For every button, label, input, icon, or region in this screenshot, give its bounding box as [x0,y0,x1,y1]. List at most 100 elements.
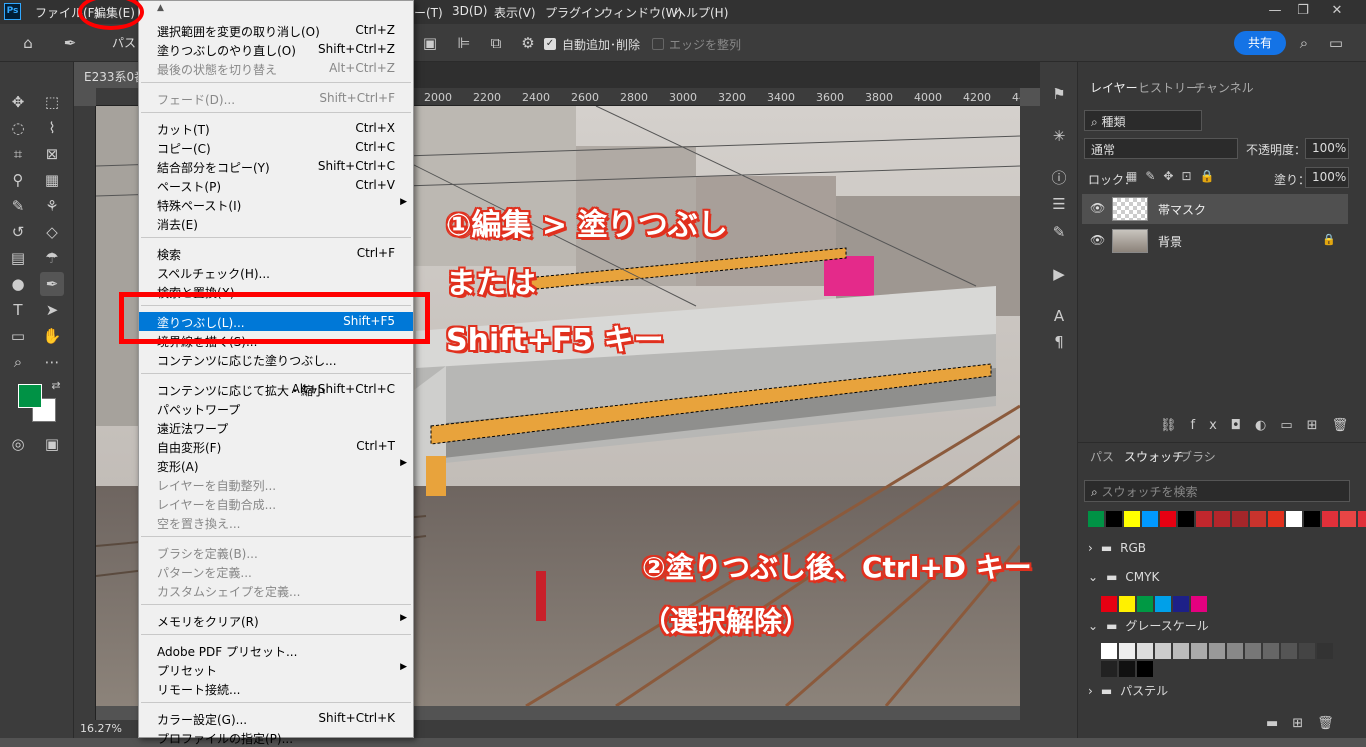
edit-menu-item[interactable]: カット(T) Ctrl+X [139,119,413,138]
swatch-search-input[interactable]: ⌕ スウォッチを検索 [1084,480,1350,502]
path-alignment-icon[interactable]: ⊫ [452,31,476,55]
color-swatch[interactable] [1191,643,1207,659]
menu-3d[interactable]: 3D(D) [452,4,487,18]
rectangle-tool-icon[interactable]: ▭ [6,324,30,348]
color-swatch[interactable] [1250,511,1266,527]
menu-type[interactable]: ー(T) [414,4,443,21]
color-swatch[interactable] [1268,511,1284,527]
healing-brush-tool-icon[interactable]: ▦ [40,168,64,192]
color-swatch[interactable] [1173,596,1189,612]
edit-menu-item[interactable]: パペットワープ [139,399,413,418]
zoom-level[interactable]: 16.27% [80,722,122,735]
color-swatch[interactable] [1119,661,1135,677]
color-swatch[interactable] [1209,643,1225,659]
quick-mask-icon[interactable]: ◎ [6,432,30,456]
edit-menu-item[interactable]: コンテンツに応じた塗りつぶし... [139,350,413,369]
lock-icons[interactable]: ▦✎✥⊡🔒 [1126,169,1222,183]
hand-tool-icon[interactable]: ✋ [40,324,64,348]
path-mode-select[interactable]: パス [112,34,136,51]
history-brush-tool-icon[interactable]: ↺ [6,220,30,244]
edit-menu-item[interactable]: 消去(E) [139,214,413,233]
home-icon[interactable]: ⌂ [16,31,40,55]
color-swatch[interactable] [1101,661,1117,677]
color-swatch[interactable] [1173,643,1189,659]
edit-menu-item[interactable]: スペルチェック(H)... [139,263,413,282]
quick-select-tool-icon[interactable]: ⌇ [40,116,64,140]
pen-tool-icon[interactable]: ✒ [40,272,64,296]
layer-row-background[interactable]: 👁 背景 🔒 [1082,226,1348,256]
path-select-tool-icon[interactable]: ➤ [40,298,64,322]
share-button[interactable]: 共有 [1234,31,1286,55]
color-swatch[interactable] [1155,643,1171,659]
actions-play-icon[interactable]: ▶ [1047,262,1071,286]
tab-paths[interactable]: パス [1090,448,1114,465]
tab-channels[interactable]: チャンネル [1194,79,1254,96]
eye-icon[interactable]: 👁 [1090,201,1105,215]
pen-tool-preset-icon[interactable]: ✒ [58,31,82,55]
edit-menu-item[interactable]: 特殊ペースト(I) ▶ [139,195,413,214]
color-swatch[interactable] [1101,643,1117,659]
color-swatch[interactable] [1160,511,1176,527]
color-swatch[interactable] [1106,511,1122,527]
menu-help[interactable]: ヘルプ(H) [674,4,728,21]
color-swatch[interactable] [1245,643,1261,659]
opacity-field[interactable]: 100% [1305,138,1349,159]
edit-menu-item[interactable]: Adobe PDF プリセット... [139,641,413,660]
edit-menu-item[interactable]: 検索 Ctrl+F [139,244,413,263]
swatch-group-cmyk[interactable]: ⌄ ▬ CMYK [1082,570,1348,592]
navigator-icon[interactable]: ✳ [1047,124,1071,148]
paragraph-icon[interactable]: ¶ [1047,330,1071,354]
tab-brushes[interactable]: ブラシ [1180,448,1216,465]
layer-filter-select[interactable]: ⌕ 種類 [1084,110,1202,131]
swatch-footer-icons[interactable]: ▬⊞🗑 [1266,716,1348,731]
fill-field[interactable]: 100% [1305,167,1349,188]
color-swatch[interactable] [1232,511,1248,527]
marquee-tool-icon[interactable]: ⬚ [40,90,64,114]
zoom-tool-icon[interactable]: ⌕ [6,350,30,374]
path-arrangement-icon[interactable]: ⧉ [484,31,508,55]
path-operations-icon[interactable]: ▣ [418,31,442,55]
edit-menu-item[interactable]: メモリをクリア(R) ▶ [139,611,413,630]
edit-menu-item[interactable]: 遠近法ワープ [139,418,413,437]
frame-tool-icon[interactable]: ⊠ [40,142,64,166]
color-swatch[interactable] [1088,511,1104,527]
menu-scroll-up-icon[interactable]: ▲ [157,3,164,13]
close-icon[interactable]: ✕ [1324,2,1350,20]
crop-tool-icon[interactable]: ⌗ [6,142,30,166]
more-tools-icon[interactable]: ⋯ [40,350,64,374]
edit-menu-item[interactable]: 自由変形(F) Ctrl+T [139,437,413,456]
screen-mode-icon[interactable]: ▣ [40,432,64,456]
eyedropper-tool-icon[interactable]: ⚲ [6,168,30,192]
color-swatch[interactable] [1101,596,1117,612]
color-swatch[interactable] [1304,511,1320,527]
edit-menu-item[interactable]: 結合部分をコピー(Y) Shift+Ctrl+C [139,157,413,176]
tab-history[interactable]: ヒストリー [1138,79,1198,96]
color-swatch[interactable] [1322,511,1338,527]
align-edges-checkbox[interactable] [652,38,664,50]
color-swatch[interactable] [1281,643,1297,659]
edit-menu-item[interactable]: カラー設定(G)... Shift+Ctrl+K [139,709,413,728]
color-swatch[interactable] [1142,511,1158,527]
tab-layers[interactable]: レイヤー [1090,79,1138,96]
color-swatch[interactable] [1299,643,1315,659]
gear-icon[interactable]: ⚙ [516,31,540,55]
move-tool-icon[interactable]: ✥ [6,90,30,114]
swap-colors-icon[interactable]: ⇄ [44,374,68,398]
swatch-group-pastel[interactable]: › ▬ パステル [1082,682,1348,704]
color-swatch[interactable] [1340,511,1356,527]
blur-tool-icon[interactable]: ☂ [40,246,64,270]
edit-menu-item[interactable]: コンテンツに応じて拡大・縮小 Alt+Shift+Ctrl+C [139,380,413,399]
edit-menu-item[interactable]: 変形(A) ▶ [139,456,413,475]
swatch-group-rgb[interactable]: › ▬ RGB [1082,541,1348,563]
info-icon[interactable]: ⓘ [1047,166,1071,190]
search-icon[interactable]: ⌕ [1292,31,1316,55]
menu-plugins[interactable]: プラグイン [545,4,605,21]
color-swatch[interactable] [1227,643,1243,659]
edit-menu-item[interactable]: プリセット ▶ [139,660,413,679]
workspace-icon[interactable]: ▭ [1324,31,1348,55]
swatch-group-grayscale[interactable]: ⌄ ▬ グレースケール [1082,617,1348,639]
color-swatch[interactable] [1317,643,1333,659]
restore-icon[interactable]: ❐ [1290,2,1316,20]
color-swatch[interactable] [1137,661,1153,677]
edit-menu-item[interactable]: 塗りつぶしのやり直し(O) Shift+Ctrl+Z [139,40,413,59]
